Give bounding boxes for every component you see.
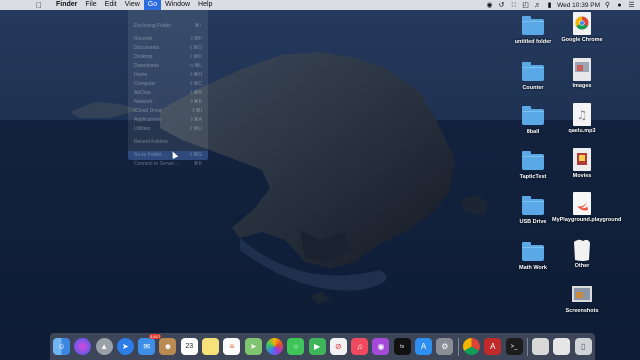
desktop-icon-movies[interactable]: Movies bbox=[552, 148, 612, 180]
siri-menu-icon[interactable]: ● bbox=[615, 2, 624, 9]
desktop-icon-qaelu-mp3[interactable]: ♫ qaelu.mp3 bbox=[552, 103, 612, 135]
folder-icon bbox=[522, 194, 544, 216]
go-menu-item[interactable]: AirDrop ⇧⌘R bbox=[128, 89, 208, 98]
safari-icon[interactable]: ➤ bbox=[116, 338, 134, 355]
desktop-icon-screenshots[interactable]: Screenshots bbox=[552, 283, 612, 315]
screenshots-icon bbox=[571, 283, 593, 305]
go-menu-item[interactable]: Enclosing Folder ⌘↑ bbox=[128, 22, 208, 31]
go-menu-item[interactable]: Applications ⇧⌘A bbox=[128, 116, 208, 125]
document-icon bbox=[571, 238, 593, 261]
chrome-icon bbox=[571, 12, 593, 35]
spotlight-icon[interactable]: ⚲ bbox=[603, 2, 612, 9]
dock-separator bbox=[526, 337, 528, 356]
app-store-icon[interactable]: A bbox=[415, 338, 433, 355]
time-machine-icon[interactable]: ↺ bbox=[497, 2, 506, 9]
desktop-icon-other[interactable]: Other bbox=[552, 238, 612, 270]
preview-icon[interactable] bbox=[532, 338, 550, 355]
calendar-icon[interactable]: 23 bbox=[180, 338, 198, 355]
go-menu-item[interactable]: Recent Folders bbox=[128, 138, 208, 147]
tv-icon[interactable]: tv bbox=[393, 338, 411, 355]
folder-icon bbox=[522, 149, 544, 171]
go-menu-item[interactable]: iCloud Drive ⇧⌘I bbox=[128, 107, 208, 116]
mail-icon[interactable]: ✉ 5,617 bbox=[138, 334, 162, 355]
finder-icon[interactable]: ☺ bbox=[53, 338, 70, 355]
dock-separator bbox=[457, 337, 459, 356]
go-menu-item[interactable]: Connect to Server… ⌘K bbox=[128, 160, 208, 169]
go-menu-item[interactable]: Utilities ⇧⌘U bbox=[128, 125, 208, 134]
clock[interactable]: Wed 10:39 PM bbox=[557, 2, 600, 9]
reminders-icon[interactable]: ≡ bbox=[223, 338, 241, 355]
music-icon[interactable]: ♫ bbox=[351, 338, 369, 355]
menu-view[interactable]: View bbox=[121, 0, 144, 10]
go-menu-item[interactable]: Recents ⇧⌘F bbox=[128, 35, 208, 44]
status-area: ◉ ↺ ∷ ◰ ♬ ▮ Wed 10:39 PM ⚲ ● ☰ bbox=[485, 0, 640, 10]
terminal-icon[interactable]: >_ bbox=[505, 338, 523, 355]
svg-text:♫: ♫ bbox=[577, 108, 588, 122]
dock: ☺ ▲ ➤ ✉ 5,617 ☻ 23 ≡ ➤ ○ ▶ ⊘ ♫ ◉ tv A ⚙ … bbox=[50, 333, 595, 360]
record-icon[interactable]: ◉ bbox=[485, 2, 494, 9]
messages-icon[interactable]: ○ bbox=[287, 338, 305, 355]
photos-icon[interactable] bbox=[265, 338, 283, 355]
go-menu-item-selected[interactable]: Go to Folder… ⇧⌘G bbox=[128, 151, 208, 160]
bluetooth-icon[interactable]: ∷ bbox=[509, 2, 518, 9]
go-menu-item[interactable]: Home ⇧⌘H bbox=[128, 71, 208, 80]
maps-icon[interactable]: ➤ bbox=[244, 338, 262, 355]
go-menu-item[interactable]: Computer ⇧⌘C bbox=[128, 80, 208, 89]
notification-center-icon[interactable]: ☰ bbox=[627, 2, 636, 9]
go-menu-item[interactable]: Downloads ⌥⌘L bbox=[128, 62, 208, 71]
folder-icon bbox=[522, 60, 544, 82]
launchpad-icon[interactable]: ▲ bbox=[95, 338, 113, 355]
system-preferences-icon[interactable]: ⚙ bbox=[436, 338, 454, 355]
movie-file-icon bbox=[571, 148, 593, 171]
menu-file[interactable]: File bbox=[81, 0, 100, 10]
music-file-icon: ♫ bbox=[571, 103, 593, 126]
menu-finder[interactable]: Finder bbox=[52, 0, 81, 10]
desktop-icon-myplayground[interactable]: MyPlayground.playground bbox=[552, 192, 621, 224]
calendar-day: 23 bbox=[185, 343, 194, 350]
desktop-icon-images[interactable]: Images bbox=[552, 58, 612, 90]
podcasts-icon[interactable]: ◉ bbox=[372, 338, 390, 355]
folder-icon bbox=[522, 104, 544, 126]
menu-bar:  Finder File Edit View Go Window Help ◉… bbox=[0, 0, 640, 10]
chrome-icon[interactable] bbox=[462, 338, 480, 355]
contacts-icon[interactable]: ☻ bbox=[159, 338, 177, 355]
wifi-icon[interactable]: ◰ bbox=[521, 2, 530, 9]
volume-icon[interactable]: ♬ bbox=[533, 2, 542, 9]
news-icon[interactable]: ⊘ bbox=[329, 338, 347, 355]
trash-icon[interactable]: ▯ bbox=[574, 338, 592, 355]
facetime-icon[interactable]: ▶ bbox=[308, 338, 326, 355]
notes-icon[interactable] bbox=[202, 338, 220, 355]
siri-icon[interactable] bbox=[74, 338, 92, 355]
folder-icon bbox=[522, 240, 544, 262]
battery-icon[interactable]: ▮ bbox=[545, 2, 554, 9]
desktop-icon-google-chrome[interactable]: Google Chrome bbox=[552, 12, 612, 44]
go-menu-item[interactable]: Documents ⇧⌘O bbox=[128, 44, 208, 53]
go-menu-item[interactable]: Desktop ⇧⌘D bbox=[128, 53, 208, 62]
folder-icon bbox=[522, 14, 544, 36]
go-menu-item[interactable]: Network ⇧⌘K bbox=[128, 98, 208, 107]
downloads-stack-icon[interactable] bbox=[553, 338, 571, 355]
go-menu-dropdown: Enclosing Folder ⌘↑ Recents ⇧⌘F Documents ⇧… bbox=[128, 10, 208, 167]
apple-menu-icon[interactable]:  bbox=[34, 1, 44, 10]
swift-playground-icon bbox=[571, 192, 593, 215]
menu-help[interactable]: Help bbox=[194, 0, 216, 10]
menu-edit[interactable]: Edit bbox=[101, 0, 121, 10]
menu-go[interactable]: Go bbox=[143, 0, 162, 10]
acrobat-icon[interactable]: A bbox=[484, 338, 502, 355]
menu-window[interactable]: Window bbox=[161, 0, 194, 10]
image-file-icon bbox=[571, 58, 593, 81]
